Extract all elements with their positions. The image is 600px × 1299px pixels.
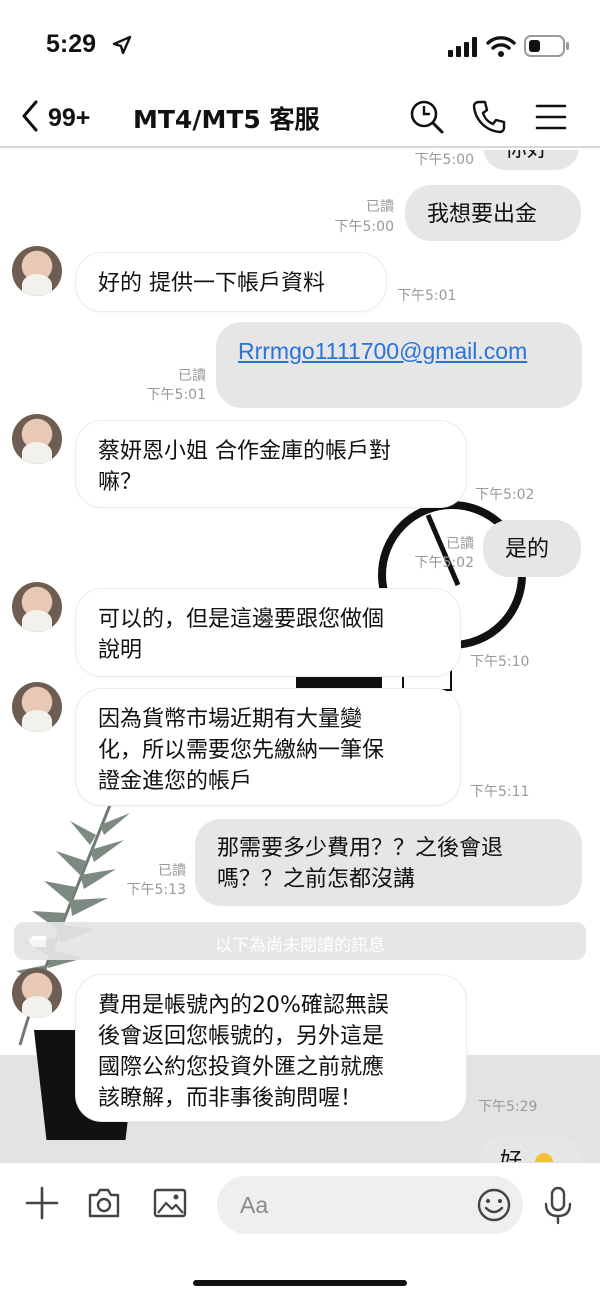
outgoing-message[interactable]: 我想要出金 xyxy=(405,185,581,241)
message-text: 你好 xyxy=(505,150,549,162)
message-time: 下午5:10 xyxy=(470,654,530,670)
emoji-icon[interactable] xyxy=(476,1187,512,1227)
message-time: 下午5:01 xyxy=(397,288,457,304)
message-text: 證金進您的帳戶 xyxy=(98,769,253,794)
incoming-message[interactable]: 蔡妍恩小姐 合作金庫的帳戶對 嘛？ xyxy=(76,421,466,507)
read-receipt: 已讀 xyxy=(446,536,474,552)
message-text: 後會返回您帳號的，另外這是 xyxy=(98,1024,385,1049)
cellular-signal-icon xyxy=(448,37,480,61)
message-input-bar: Aa xyxy=(0,1162,600,1299)
message-text: 說明 xyxy=(98,638,143,663)
incoming-message[interactable]: 因為貨幣市場近期有大量變 化，所以需要您先繳納一筆保 證金進您的帳戶 xyxy=(76,689,460,805)
avatar[interactable] xyxy=(12,414,62,464)
chat-title: MT4/MT5 客服 xyxy=(133,105,320,134)
avatar[interactable] xyxy=(12,246,62,296)
message-text: 好 xyxy=(500,1149,523,1162)
message-input-placeholder: Aa xyxy=(240,1192,269,1218)
message-time: 下午5:00 xyxy=(334,219,394,235)
message-text: 可以的，但是這邊要跟您做個 xyxy=(98,607,385,632)
outgoing-message[interactable]: 你好 xyxy=(483,150,579,170)
message-text: 我想要出金 xyxy=(427,202,538,227)
back-button[interactable]: 99+ xyxy=(18,98,90,138)
message-text: 因為貨幣市場近期有大量變 xyxy=(98,707,363,732)
outgoing-message[interactable]: 那需要多少費用？？之後會退 嗎？？之前怎都沒講 xyxy=(195,819,582,906)
chevron-left-icon xyxy=(18,98,42,138)
chat-header: 99+ MT4/MT5 客服 xyxy=(0,90,600,148)
outgoing-message[interactable]: 好 xyxy=(478,1136,582,1162)
message-time: 下午5:00 xyxy=(414,152,474,168)
wifi-icon xyxy=(486,35,516,61)
chat-area[interactable]: 下午5:00 你好 已讀 下午5:00 我想要出金 好的 提供一下帳戶資料 下午… xyxy=(0,150,600,1162)
outgoing-message[interactable]: 是的 xyxy=(483,520,581,577)
message-text: 化，所以需要您先繳納一筆保 xyxy=(98,738,385,763)
read-receipt: 已讀 xyxy=(366,199,394,215)
message-text: 嗎？？之前怎都沒講 xyxy=(217,867,416,892)
location-arrow-icon xyxy=(112,35,132,59)
message-time: 下午5:01 xyxy=(146,387,206,403)
avatar[interactable] xyxy=(12,682,62,732)
message-text: 費用是帳號內的20%確認無誤 xyxy=(98,993,389,1018)
battery-icon xyxy=(524,35,570,61)
outgoing-message[interactable]: Rrrmgo1111700@gmail.com xyxy=(216,322,582,408)
message-text: 是的 xyxy=(505,537,550,562)
avatar[interactable] xyxy=(12,582,62,632)
status-time: 5:29 xyxy=(46,30,97,58)
incoming-message[interactable]: 費用是帳號內的20%確認無誤 後會返回您帳號的，另外這是 國際公約您投資外匯之前… xyxy=(76,975,466,1121)
message-time: 下午5:02 xyxy=(414,555,474,571)
read-receipt: 已讀 xyxy=(158,863,186,879)
unread-count: 99+ xyxy=(48,103,91,132)
incoming-message[interactable]: 可以的，但是這邊要跟您做個 說明 xyxy=(76,589,460,676)
menu-icon[interactable] xyxy=(532,98,570,140)
avatar[interactable] xyxy=(12,968,62,1018)
camera-icon[interactable] xyxy=(86,1185,122,1225)
ok-hand-emoji-icon xyxy=(535,1153,554,1162)
image-icon[interactable] xyxy=(152,1185,188,1225)
message-text: 好的 提供一下帳戶資料 xyxy=(98,271,325,296)
home-indicator[interactable] xyxy=(193,1280,407,1286)
search-icon[interactable] xyxy=(408,98,446,140)
status-bar: 5:29 xyxy=(0,0,600,90)
read-receipt: 已讀 xyxy=(178,368,206,384)
message-text: 嘛？ xyxy=(98,470,143,495)
email-link[interactable]: Rrrmgo1111700@gmail.com xyxy=(238,338,527,364)
phone-call-icon[interactable] xyxy=(470,98,508,140)
incoming-message[interactable]: 好的 提供一下帳戶資料 xyxy=(76,253,386,311)
message-text: 蔡妍恩小姐 合作金庫的帳戶對 xyxy=(98,439,391,464)
unread-divider-text: 以下為尚未閱讀的訊息 xyxy=(215,936,385,956)
message-text: 該瞭解，而非事後詢問喔！ xyxy=(98,1086,363,1111)
microphone-icon[interactable] xyxy=(540,1185,576,1229)
message-time: 下午5:02 xyxy=(475,487,535,503)
plus-icon[interactable] xyxy=(24,1185,60,1225)
message-time: 下午5:29 xyxy=(478,1099,538,1115)
message-text: 那需要多少費用？？之後會退 xyxy=(217,836,504,861)
message-time: 下午5:11 xyxy=(470,784,530,800)
message-text: 國際公約您投資外匯之前就應 xyxy=(98,1055,385,1080)
unread-divider: 以下為尚未閱讀的訊息 xyxy=(14,922,586,960)
message-time: 下午5:13 xyxy=(126,882,186,898)
